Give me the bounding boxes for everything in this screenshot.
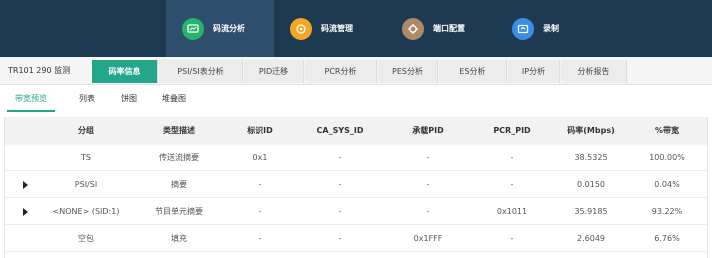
cell-bandwidth-percent: 0.04%	[654, 180, 680, 189]
column-header-id[interactable]: 标识ID	[227, 117, 293, 145]
tab-pid-migration[interactable]: PID迁移	[244, 60, 304, 83]
analysis-tab-bar: TR101 290 监测 码率信息 PSI/SI表分析 PID迁移 PCR分析 …	[0, 57, 712, 85]
table-row[interactable]: <NONE> (SID:1) 节目单元摘要 - - - 0x1011 35.91…	[5, 199, 707, 225]
column-header-carrier-pid[interactable]: 承载PID	[387, 117, 469, 145]
cell-pcr-pid: -	[510, 234, 514, 243]
nav-stream-analysis[interactable]: 码流分析	[166, 0, 274, 57]
cell-pcr-pid: -	[510, 153, 514, 162]
cell-bitrate: 35.9185	[574, 207, 608, 216]
cell-type: 传送流摘要	[159, 153, 199, 162]
view-mode-tabs: 带宽预览 列表 饼图 堆叠图	[0, 85, 712, 113]
tab-bitrate-info[interactable]: 码率信息	[92, 60, 158, 83]
table-row[interactable]: 空包 填充 - - 0x1FFF - 2.6049 6.76%	[5, 226, 707, 252]
column-header-pcr-pid[interactable]: PCR_PID	[469, 117, 555, 145]
record-icon	[512, 17, 534, 40]
cell-ca-sys-id: -	[338, 180, 342, 189]
cell-ca-sys-id: -	[338, 207, 342, 216]
table-row[interactable]: PSI/SI 摘要 - - - - 0.0150 0.04%	[5, 172, 707, 198]
cell-bitrate: 38.5325	[574, 153, 608, 162]
tab-analysis-report[interactable]: 分析报告	[561, 60, 627, 83]
subtab-pie-chart[interactable]: 饼图	[110, 85, 148, 113]
stream-management-icon	[290, 17, 312, 40]
nav-label: 码流分析	[213, 24, 245, 33]
cell-group: PSI/SI	[74, 180, 98, 189]
cell-group: TS	[81, 153, 91, 162]
column-header-group[interactable]: 分组	[41, 117, 131, 145]
cell-bandwidth-percent: 6.76%	[654, 234, 680, 243]
cell-ca-sys-id: -	[338, 234, 342, 243]
column-header-ca-sys-id[interactable]: CA_SYS_ID	[293, 117, 387, 145]
cell-carrier-pid: -	[426, 207, 430, 216]
cell-bitrate: 2.6049	[577, 234, 605, 243]
nav-stream-management[interactable]: 码流管理	[290, 0, 390, 57]
subtab-stacked-chart[interactable]: 堆叠图	[150, 85, 198, 113]
cell-carrier-pid: -	[426, 180, 430, 189]
cell-bandwidth-percent: 93.22%	[651, 207, 683, 216]
top-navigation-bar: 码流分析 码流管理 端口配置 录制	[0, 0, 712, 57]
cell-id: -	[258, 180, 262, 189]
table-row[interactable]: TS 传送流摘要 0x1 - - - 38.5325 100.00%	[5, 145, 707, 171]
expand-row-icon[interactable]	[23, 181, 28, 189]
tab-pes-analysis[interactable]: PES分析	[378, 60, 438, 83]
cell-pcr-pid: 0x1011	[496, 207, 528, 216]
column-header-type[interactable]: 类型描述	[131, 117, 227, 145]
cell-carrier-pid: -	[426, 153, 430, 162]
subtab-list[interactable]: 列表	[68, 85, 106, 113]
table-header: 分组 类型描述 标识ID CA_SYS_ID 承载PID PCR_PID 码率(…	[5, 117, 707, 145]
nav-label: 码流管理	[321, 24, 353, 33]
cell-group: <NONE> (SID:1)	[52, 207, 120, 216]
tab-psi-si-analysis[interactable]: PSI/SI表分析	[159, 60, 243, 83]
column-header-bandwidth-percent[interactable]: %带宽	[627, 117, 707, 145]
nav-port-config[interactable]: 端口配置	[402, 0, 502, 57]
tab-ip-analysis[interactable]: IP分析	[508, 60, 560, 83]
tab-pcr-analysis[interactable]: PCR分析	[305, 60, 377, 83]
cell-id: -	[258, 234, 262, 243]
cell-id: 0x1	[252, 153, 268, 162]
stream-analysis-icon	[182, 17, 204, 40]
page-title: TR101 290 监测	[8, 66, 71, 75]
cell-id: -	[258, 207, 262, 216]
bitrate-table: 分组 类型描述 标识ID CA_SYS_ID 承载PID PCR_PID 码率(…	[4, 117, 708, 258]
cell-bitrate: 0.0150	[577, 180, 605, 189]
cell-ca-sys-id: -	[338, 153, 342, 162]
cell-type: 摘要	[171, 180, 187, 189]
cell-type: 节目单元摘要	[155, 207, 203, 216]
subtab-bandwidth-preview[interactable]: 带宽预览	[7, 85, 55, 113]
tab-es-analysis[interactable]: ES分析	[439, 60, 507, 83]
column-header-bitrate[interactable]: 码率(Mbps)	[555, 117, 627, 145]
cell-pcr-pid: -	[510, 180, 514, 189]
nav-record[interactable]: 录制	[512, 0, 592, 57]
cell-carrier-pid: 0x1FFF	[413, 234, 443, 243]
expand-row-icon[interactable]	[23, 208, 28, 216]
nav-label: 端口配置	[433, 24, 465, 33]
cell-type: 填充	[171, 234, 187, 243]
cell-group: 空包	[78, 234, 94, 243]
cell-bandwidth-percent: 100.00%	[649, 153, 685, 162]
nav-label: 录制	[543, 24, 559, 33]
port-config-icon	[402, 17, 424, 40]
active-subtab-indicator	[7, 110, 55, 112]
